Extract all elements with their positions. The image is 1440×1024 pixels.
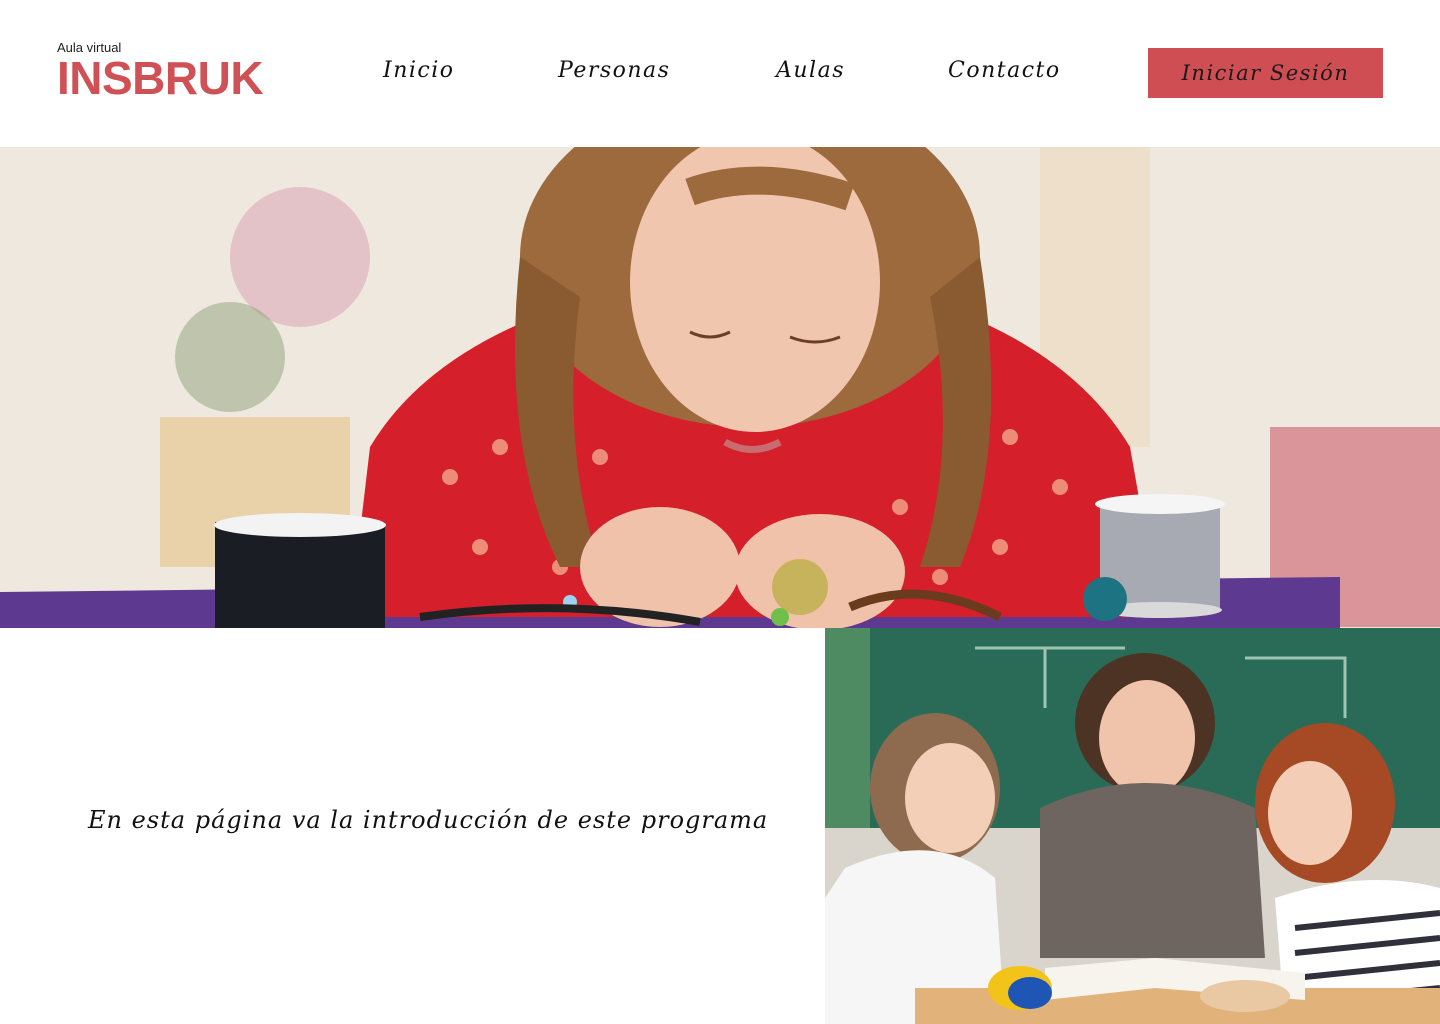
site-header: Aula virtual INSBRUK Inicio Personas Aul…: [0, 0, 1440, 147]
nav-contacto[interactable]: Contacto: [948, 58, 1061, 83]
nav-inicio[interactable]: Inicio: [383, 58, 455, 83]
nav-personas[interactable]: Personas: [558, 58, 670, 83]
logo[interactable]: Aula virtual INSBRUK: [57, 40, 264, 104]
classroom-illustration: [825, 628, 1440, 1024]
hero-illustration: [0, 147, 1440, 628]
intro-section: En esta página va la introducción de est…: [0, 628, 825, 1024]
hero-image: [0, 147, 1440, 628]
login-button[interactable]: Iniciar Sesión: [1148, 48, 1383, 98]
nav-aulas[interactable]: Aulas: [776, 58, 845, 83]
classroom-image: [825, 628, 1440, 1024]
logo-title: INSBRUK: [57, 52, 264, 104]
intro-text: En esta página va la introducción de est…: [88, 806, 769, 834]
